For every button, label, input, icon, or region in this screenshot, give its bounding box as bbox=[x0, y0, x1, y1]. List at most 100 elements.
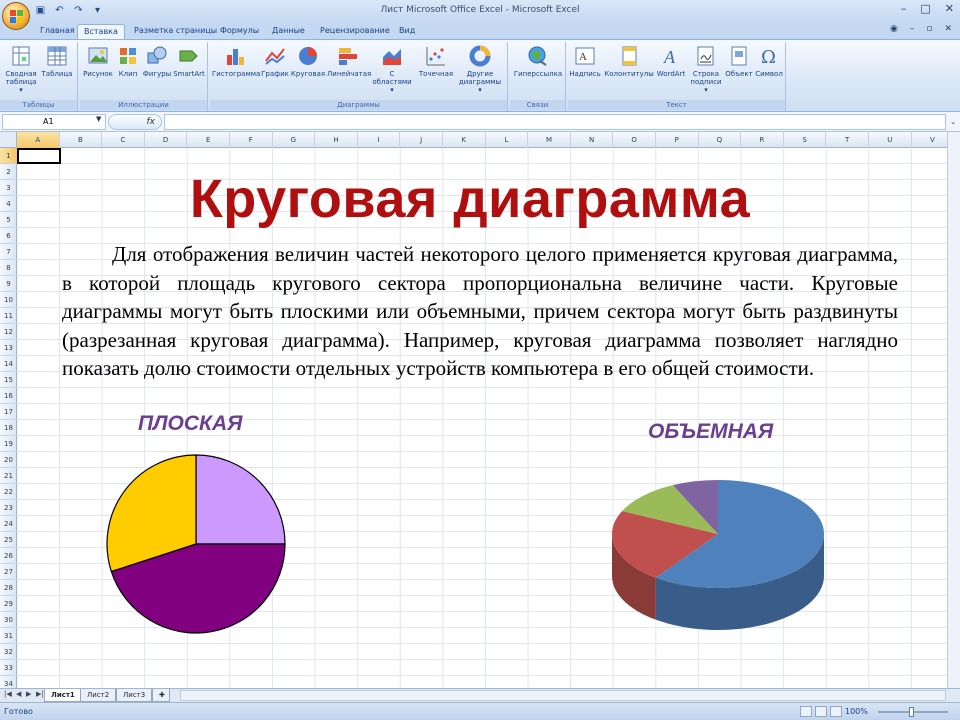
row-header[interactable]: 13 bbox=[0, 340, 17, 356]
sheet-tab-1[interactable]: Лист1 bbox=[44, 689, 82, 702]
row-header[interactable]: 7 bbox=[0, 244, 17, 260]
area-chart-button[interactable]: С областями ▾ bbox=[370, 45, 414, 94]
flat-pie-chart[interactable] bbox=[100, 448, 292, 640]
horizontal-scrollbar[interactable] bbox=[180, 690, 946, 701]
row-header[interactable]: 24 bbox=[0, 516, 17, 532]
picture-button[interactable]: Рисунок bbox=[82, 45, 114, 78]
column-header[interactable]: O bbox=[613, 132, 656, 148]
row-header[interactable]: 2 bbox=[0, 164, 17, 180]
minimize-button[interactable]: – bbox=[901, 2, 907, 15]
smartart-button[interactable]: SmartArt bbox=[173, 45, 205, 78]
tab-formulas[interactable]: Формулы bbox=[214, 24, 265, 39]
column-header[interactable]: I bbox=[358, 132, 401, 148]
row-header[interactable]: 5 bbox=[0, 212, 17, 228]
tab-data[interactable]: Данные bbox=[266, 24, 311, 39]
other-charts-button[interactable]: Другие диаграммы ▾ bbox=[457, 45, 503, 94]
signature-line-button[interactable]: Строка подписи ▾ bbox=[688, 45, 724, 94]
row-header[interactable]: 8 bbox=[0, 260, 17, 276]
tab-review[interactable]: Рецензирование bbox=[314, 24, 396, 39]
sheet-tab-3[interactable]: Лист3 bbox=[116, 689, 153, 702]
row-header[interactable]: 10 bbox=[0, 292, 17, 308]
row-header[interactable]: 33 bbox=[0, 660, 17, 676]
row-header[interactable]: 9 bbox=[0, 276, 17, 292]
formula-input[interactable] bbox=[164, 114, 946, 130]
ribbon-restore-icon[interactable]: ▫ bbox=[926, 24, 932, 34]
prev-sheet-icon[interactable]: ◀ bbox=[16, 690, 21, 698]
shapes-button[interactable]: Фигуры bbox=[142, 45, 172, 78]
row-header[interactable]: 18 bbox=[0, 420, 17, 436]
office-button[interactable] bbox=[2, 2, 30, 30]
insert-sheet-icon[interactable]: ✚ bbox=[152, 689, 170, 702]
ribbon-minimize-icon[interactable]: – bbox=[910, 24, 915, 34]
row-header[interactable]: 23 bbox=[0, 500, 17, 516]
ribbon-close-icon[interactable]: ✕ bbox=[944, 24, 952, 34]
3d-pie-chart[interactable] bbox=[606, 474, 830, 636]
row-header[interactable]: 17 bbox=[0, 404, 17, 420]
column-header[interactable]: E bbox=[187, 132, 230, 148]
select-all-corner[interactable] bbox=[0, 132, 17, 148]
normal-view-button[interactable] bbox=[800, 706, 812, 717]
column-header[interactable]: A bbox=[17, 132, 60, 148]
next-sheet-icon[interactable]: ▶ bbox=[26, 690, 31, 698]
row-header[interactable]: 3 bbox=[0, 180, 17, 196]
line-chart-button[interactable]: График bbox=[261, 45, 289, 78]
row-header[interactable]: 21 bbox=[0, 468, 17, 484]
row-header[interactable]: 14 bbox=[0, 356, 17, 372]
name-box[interactable]: A1 bbox=[2, 114, 106, 130]
row-header[interactable]: 11 bbox=[0, 308, 17, 324]
row-header[interactable]: 15 bbox=[0, 372, 17, 388]
column-header[interactable]: J bbox=[400, 132, 443, 148]
zoom-level[interactable]: 100% bbox=[845, 707, 868, 716]
row-header[interactable]: 22 bbox=[0, 484, 17, 500]
active-cell-a1[interactable] bbox=[17, 148, 61, 164]
column-header[interactable]: S bbox=[784, 132, 827, 148]
row-header[interactable]: 16 bbox=[0, 388, 17, 404]
column-header[interactable]: C bbox=[102, 132, 145, 148]
sheet-tab-2[interactable]: Лист2 bbox=[80, 689, 117, 702]
row-header[interactable]: 32 bbox=[0, 644, 17, 660]
column-header[interactable]: U bbox=[869, 132, 912, 148]
close-button[interactable]: ✕ bbox=[945, 2, 954, 15]
pivot-table-button[interactable]: Сводная таблица ▾ bbox=[4, 45, 38, 94]
column-header[interactable]: D bbox=[145, 132, 188, 148]
row-header[interactable]: 27 bbox=[0, 564, 17, 580]
table-button[interactable]: Таблица bbox=[40, 45, 74, 78]
row-header[interactable]: 4 bbox=[0, 196, 17, 212]
object-button[interactable]: Объект bbox=[724, 45, 754, 78]
row-header[interactable]: 31 bbox=[0, 628, 17, 644]
hyperlink-button[interactable]: Гиперссылка bbox=[512, 45, 564, 78]
insert-function-button[interactable]: fx bbox=[108, 114, 162, 130]
column-header[interactable]: Q bbox=[699, 132, 742, 148]
pie-chart-button[interactable]: Круговая bbox=[290, 45, 326, 78]
tab-view[interactable]: Вид bbox=[393, 24, 421, 39]
symbol-button[interactable]: Ω Символ bbox=[754, 45, 784, 78]
page-break-view-button[interactable] bbox=[830, 706, 842, 717]
textbox-button[interactable]: A Надпись bbox=[568, 45, 602, 78]
bar-chart-button[interactable]: Линейчатая bbox=[327, 45, 371, 78]
help-icon[interactable]: ◉ bbox=[890, 24, 898, 34]
name-box-dropdown-icon[interactable]: ▼ bbox=[96, 115, 101, 123]
row-header[interactable]: 26 bbox=[0, 548, 17, 564]
maximize-button[interactable]: □ bbox=[920, 2, 930, 15]
column-header[interactable]: T bbox=[826, 132, 869, 148]
column-header[interactable]: F bbox=[230, 132, 273, 148]
column-header[interactable]: L bbox=[486, 132, 529, 148]
row-header[interactable]: 25 bbox=[0, 532, 17, 548]
column-header[interactable]: M bbox=[528, 132, 571, 148]
zoom-slider-thumb[interactable] bbox=[909, 707, 914, 717]
column-header[interactable]: R bbox=[741, 132, 784, 148]
column-header[interactable]: H bbox=[315, 132, 358, 148]
row-header[interactable]: 20 bbox=[0, 452, 17, 468]
row-header[interactable]: 6 bbox=[0, 228, 17, 244]
row-header[interactable]: 19 bbox=[0, 436, 17, 452]
row-header[interactable]: 12 bbox=[0, 324, 17, 340]
tab-page-layout[interactable]: Разметка страницы bbox=[128, 24, 223, 39]
row-header[interactable]: 28 bbox=[0, 580, 17, 596]
tab-insert[interactable]: Вставка bbox=[77, 24, 125, 39]
first-sheet-icon[interactable]: |◀ bbox=[4, 690, 12, 698]
row-header[interactable]: 30 bbox=[0, 612, 17, 628]
header-footer-button[interactable]: Колонтитулы bbox=[604, 45, 654, 78]
row-header[interactable]: 1 bbox=[0, 148, 17, 164]
histogram-button[interactable]: Гистограмма bbox=[212, 45, 260, 78]
column-header[interactable]: N bbox=[571, 132, 614, 148]
